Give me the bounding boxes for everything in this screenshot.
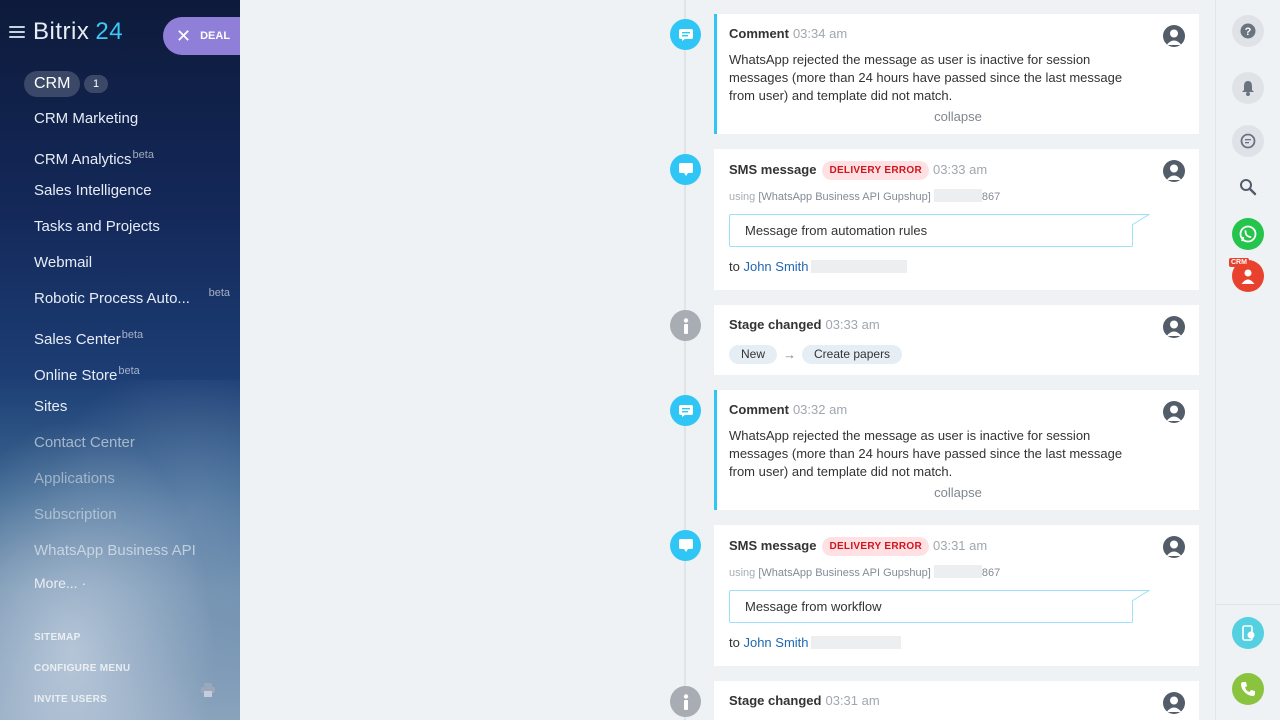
info-icon [670, 686, 701, 717]
sidebar-item-online-store[interactable]: Online Storebeta [0, 358, 240, 394]
crm-counter-badge: 1 [84, 75, 108, 93]
sidebar-item-contact-center[interactable]: Contact Center [0, 430, 240, 466]
phone-icon[interactable] [1232, 673, 1264, 705]
sidebar-menu: CRM 1 CRM Marketing CRM Analyticsbeta Sa… [0, 70, 240, 574]
collapse-link[interactable]: collapse [717, 485, 1199, 500]
whatsapp-icon[interactable] [1232, 218, 1264, 250]
redacted-phone [810, 636, 901, 649]
redacted-number [933, 189, 982, 202]
mobile-cloud-icon[interactable] [1232, 617, 1264, 649]
search-icon[interactable] [1232, 171, 1264, 203]
card-title: SMS message [729, 538, 817, 553]
user-avatar-icon[interactable] [1163, 536, 1185, 558]
comment-card: Comment 03:34 am WhatsApp rejected the me… [714, 14, 1199, 134]
card-title: Stage changed [729, 693, 822, 708]
beta-label: beta [118, 365, 140, 377]
sender-info: using [WhatsApp Business API Gupshup] 86… [729, 565, 1001, 579]
card-title: SMS message [729, 162, 817, 177]
card-title: Comment [729, 26, 789, 41]
delivery-error-badge: DELIVERY ERROR [822, 537, 929, 556]
sidebar-item-crm-analytics[interactable]: CRM Analyticsbeta [0, 142, 240, 178]
sender-info: using [WhatsApp Business API Gupshup] 86… [729, 189, 1001, 203]
right-toolbar: ? CRM [1215, 0, 1280, 720]
stage-changed-card: Stage changed 03:31 am [714, 681, 1199, 720]
recipient-link[interactable]: John Smith [743, 259, 808, 274]
left-sidebar: Bitrix 24 ✕ DEAL CRM 1 CRM Marketing CRM … [0, 0, 240, 720]
redacted-phone [810, 260, 907, 273]
comment-text: WhatsApp rejected the message as user is… [729, 52, 1123, 103]
sidebar-item-sites[interactable]: Sites [0, 394, 240, 430]
svg-text:?: ? [1245, 26, 1252, 38]
comment-text: WhatsApp rejected the message as user is… [729, 428, 1123, 479]
close-deal-button[interactable]: ✕ DEAL [163, 17, 240, 55]
sidebar-item-sales-intelligence[interactable]: Sales Intelligence [0, 178, 240, 214]
sidebar-item-tasks-and-projects[interactable]: Tasks and Projects [0, 214, 240, 250]
comment-icon [670, 19, 701, 50]
bubble-tail [1132, 214, 1150, 226]
redacted-number [933, 565, 982, 578]
user-avatar-icon[interactable] [1163, 25, 1185, 47]
card-time: 03:34 am [792, 26, 848, 41]
user-avatar-icon[interactable] [1163, 692, 1185, 714]
crm-tag: CRM [1229, 258, 1249, 267]
arrow-right-icon: → [783, 347, 797, 362]
sidebar-item-robotic-process-automation[interactable]: Robotic Process Auto... beta [0, 286, 240, 322]
beta-label: beta [132, 149, 154, 161]
message-bubble: Message from workflow [729, 590, 1133, 623]
stage-to: Create papers [802, 345, 903, 364]
delivery-error-badge: DELIVERY ERROR [822, 161, 929, 180]
sidebar-item-whatsapp-business-api[interactable]: WhatsApp Business API [0, 538, 240, 574]
recipient-line: to John Smith [729, 259, 907, 274]
message-bubble: Message from automation rules [729, 214, 1133, 247]
collapse-link[interactable]: collapse [717, 109, 1199, 124]
sidebar-item-sales-center[interactable]: Sales Centerbeta [0, 322, 240, 358]
chat-icon[interactable] [1232, 125, 1264, 157]
sms-icon [670, 154, 701, 185]
bitrix24-logo[interactable]: Bitrix 24 [33, 18, 123, 46]
toolbar-divider [1216, 604, 1280, 605]
sidebar-item-subscription[interactable]: Subscription [0, 502, 240, 538]
sms-message-card: SMS message DELIVERY ERROR 03:33 am using … [714, 149, 1199, 290]
user-avatar-icon[interactable] [1163, 160, 1185, 182]
beta-label: beta [208, 287, 230, 299]
user-avatar-icon[interactable] [1163, 316, 1185, 338]
sidebar-item-label: CRM [24, 71, 81, 97]
bubble-tail [1132, 590, 1150, 602]
timeline-line [684, 0, 686, 720]
close-icon: ✕ [176, 26, 192, 46]
stage-transition: New → Create papers [729, 345, 903, 364]
help-icon[interactable]: ? [1232, 15, 1264, 47]
sitemap-link[interactable]: SITEMAP [34, 632, 81, 643]
hamburger-menu-icon[interactable] [9, 26, 25, 38]
sidebar-item-applications[interactable]: Applications [0, 466, 240, 502]
printer-icon[interactable] [200, 682, 216, 698]
sidebar-item-crm-marketing[interactable]: CRM Marketing [0, 106, 240, 142]
beta-label: beta [121, 329, 144, 341]
recipient-line: to John Smith [729, 635, 901, 650]
sms-icon [670, 530, 701, 561]
bell-icon[interactable] [1232, 72, 1264, 104]
sidebar-item-webmail[interactable]: Webmail [0, 250, 240, 286]
info-icon [670, 310, 701, 341]
card-time: 03:33 am [825, 317, 880, 332]
invite-users-link[interactable]: INVITE USERS [34, 694, 107, 705]
card-title: Stage changed [729, 317, 822, 332]
user-avatar-icon[interactable] [1163, 401, 1185, 423]
card-time: 03:32 am [792, 402, 848, 417]
stage-changed-card: Stage changed 03:33 am New → Create paper… [714, 305, 1199, 375]
card-title: Comment [729, 402, 789, 417]
sidebar-more-link[interactable]: More... · [34, 575, 86, 591]
card-time: 03:33 am [933, 162, 988, 177]
sidebar-item-crm[interactable]: CRM 1 [0, 70, 240, 98]
card-time: 03:31 am [933, 538, 988, 553]
recipient-link[interactable]: John Smith [743, 635, 808, 650]
stage-from: New [729, 345, 778, 364]
comment-icon [670, 395, 701, 426]
sms-message-card: SMS message DELIVERY ERROR 03:31 am using … [714, 525, 1199, 666]
comment-card: Comment 03:32 am WhatsApp rejected the me… [714, 390, 1199, 510]
card-time: 03:31 am [825, 693, 880, 708]
configure-menu-link[interactable]: CONFIGURE MENU [34, 663, 130, 674]
